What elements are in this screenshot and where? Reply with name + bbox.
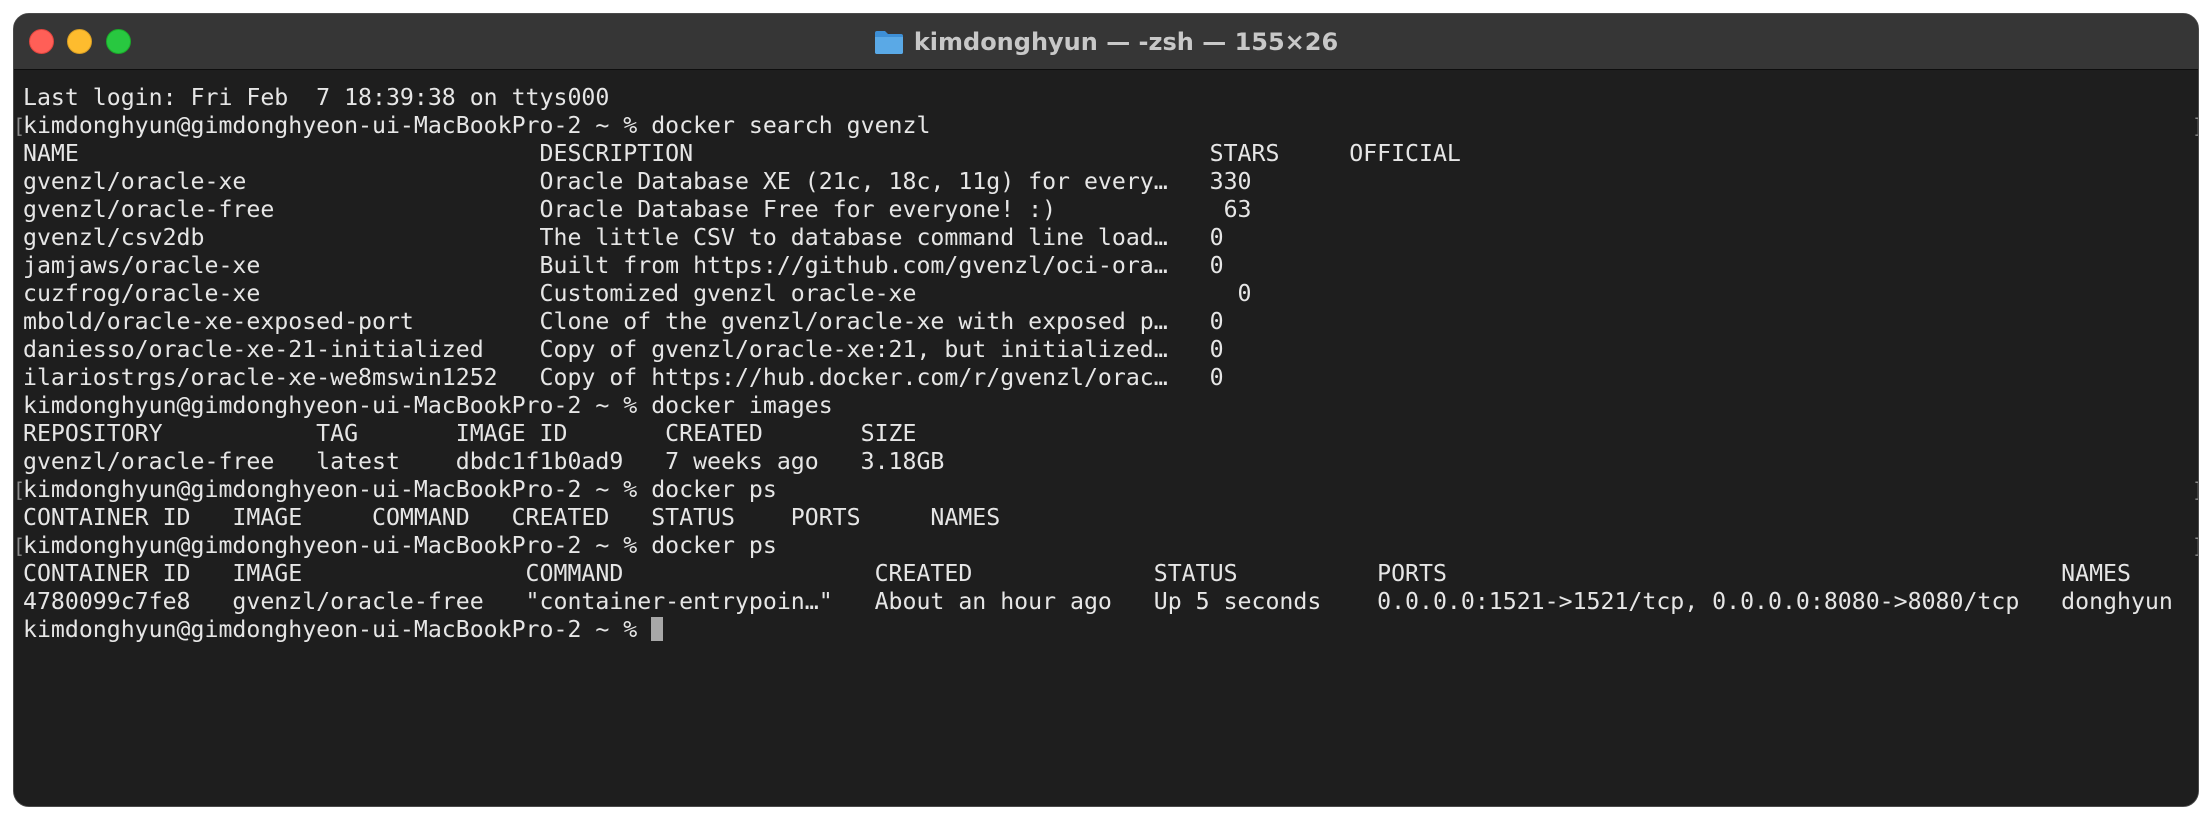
title-bar[interactable]: kimdonghyun — -zsh — 155×26 <box>14 14 2198 70</box>
prompt-line[interactable]: kimdonghyun@gimdonghyeon-ui-MacBookPro-2… <box>23 616 2173 644</box>
terminal-line: kimdonghyun@gimdonghyeon-ui-MacBookPro-2… <box>23 392 833 419</box>
terminal-line: cuzfrog/oracle-xe Customized gvenzl orac… <box>23 280 1252 307</box>
terminal-line: Last login: Fri Feb 7 18:39:38 on ttys00… <box>23 84 610 111</box>
terminal-line: kimdonghyun@gimdonghyeon-ui-MacBookPro-2… <box>23 532 777 559</box>
terminal-line: ilariostrgs/oracle-xe-we8mswin1252 Copy … <box>23 364 1224 391</box>
terminal-line: kimdonghyun@gimdonghyeon-ui-MacBookPro-2… <box>23 476 777 503</box>
folder-icon <box>874 29 904 55</box>
terminal-line: mbold/oracle-xe-exposed-port Clone of th… <box>23 308 1224 335</box>
window-title-group: kimdonghyun — -zsh — 155×26 <box>14 14 2198 70</box>
terminal-line: 4780099c7fe8 gvenzl/oracle-free "contain… <box>23 588 2173 615</box>
terminal-line: CONTAINER ID IMAGE COMMAND CREATED STATU… <box>23 504 1001 531</box>
terminal-line: kimdonghyun@gimdonghyeon-ui-MacBookPro-2… <box>23 112 931 139</box>
terminal-line: CONTAINER ID IMAGE COMMAND CREATED STATU… <box>23 560 2131 587</box>
terminal-line: daniesso/oracle-xe-21-initialized Copy o… <box>23 336 1224 363</box>
terminal-line: gvenzl/oracle-xe Oracle Database XE (21c… <box>23 168 1252 195</box>
terminal-window: kimdonghyun — -zsh — 155×26 Last login: … <box>13 13 2199 807</box>
terminal-line: gvenzl/csv2db The little CSV to database… <box>23 224 1224 251</box>
text-cursor <box>651 617 664 641</box>
terminal-line: NAME DESCRIPTION STARS OFFICIAL <box>23 140 1461 167</box>
selection-bracket-left: [ <box>13 114 26 138</box>
terminal-line: jamjaws/oracle-xe Built from https://git… <box>23 252 1224 279</box>
terminal-line: gvenzl/oracle-free Oracle Database Free … <box>23 196 1252 223</box>
selection-bracket-left: [ <box>13 534 26 558</box>
selection-bracket-left: [ <box>13 478 26 502</box>
terminal-output[interactable]: Last login: Fri Feb 7 18:39:38 on ttys00… <box>14 84 2198 644</box>
terminal-line: REPOSITORY TAG IMAGE ID CREATED SIZE <box>23 420 917 447</box>
prompt-text: kimdonghyun@gimdonghyeon-ui-MacBookPro-2… <box>23 616 652 643</box>
window-title: kimdonghyun — -zsh — 155×26 <box>913 28 1339 56</box>
scrollbar[interactable] <box>2184 70 2198 806</box>
terminal-line: gvenzl/oracle-free latest dbdc1f1b0ad9 7… <box>23 448 945 475</box>
terminal-content[interactable]: Last login: Fri Feb 7 18:39:38 on ttys00… <box>14 70 2198 806</box>
